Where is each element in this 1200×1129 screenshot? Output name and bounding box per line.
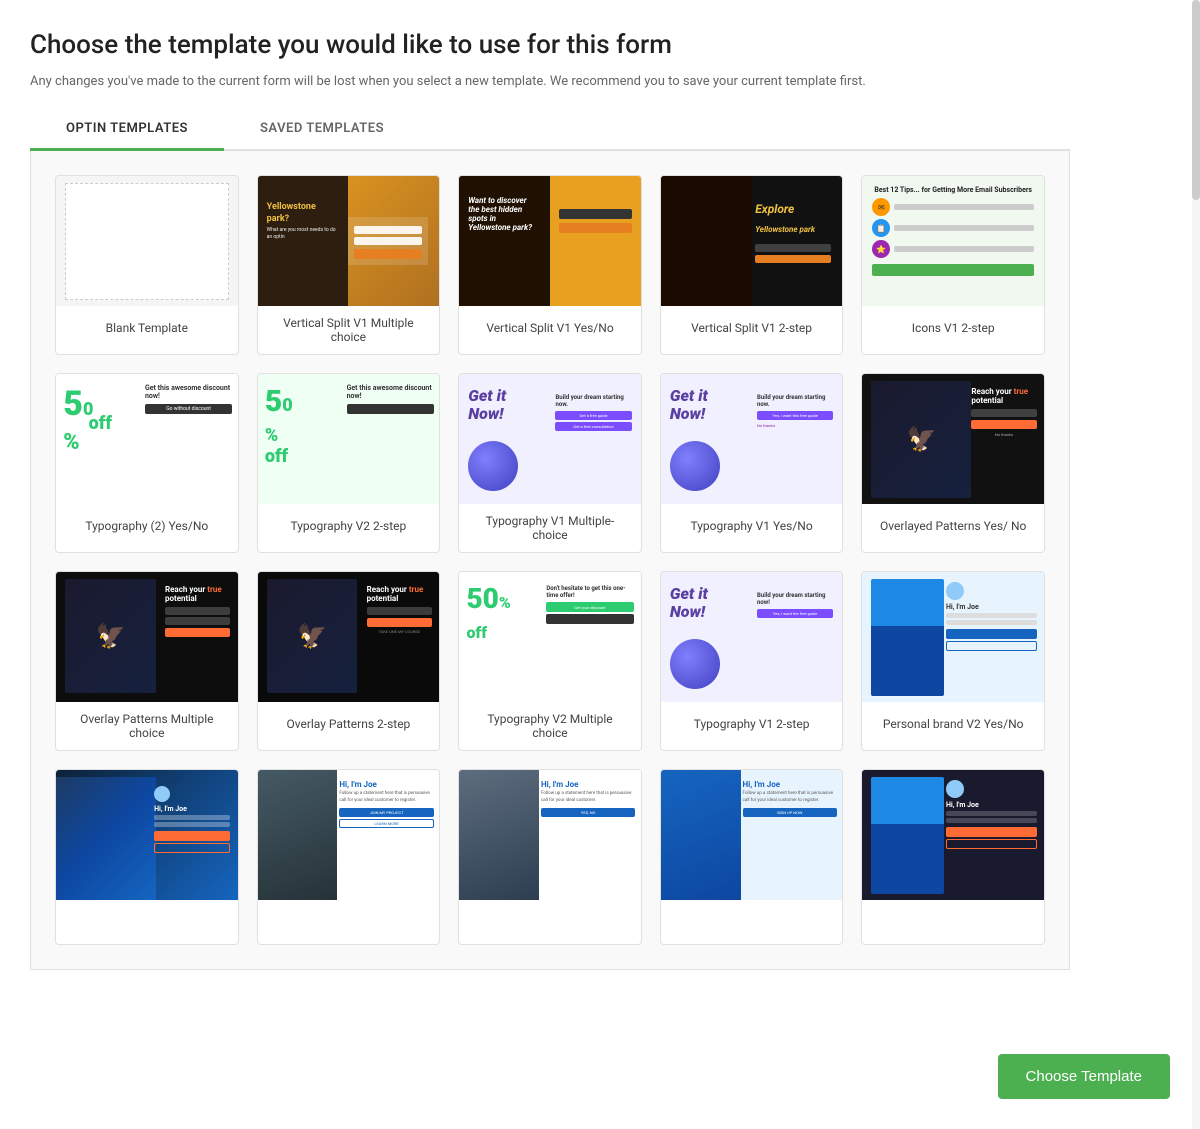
template-joe2[interactable]: Hi, I'm Joe Follow up a statement here t… bbox=[458, 769, 642, 945]
template-personal-brand-v2-yesno[interactable]: Hi, I'm Joe Personal brand V2 Yes/No bbox=[861, 571, 1045, 751]
tab-saved[interactable]: SAVED TEMPLATES bbox=[224, 109, 420, 151]
template-preview-dark-surfer: Hi, I'm Joe bbox=[56, 770, 238, 900]
template-label-joe2 bbox=[459, 900, 641, 944]
template-typo-v1-yesno[interactable]: Get itNow! Build your dream starting now… bbox=[660, 373, 844, 553]
template-icons-2step[interactable]: Best 12 Tips... for Getting More Email S… bbox=[861, 175, 1045, 355]
template-joe3[interactable]: Hi, I'm Joe Follow up a statement here t… bbox=[660, 769, 844, 945]
template-label-overlay-2step: Overlay Patterns 2-step bbox=[258, 702, 440, 746]
template-label-icons: Icons V1 2-step bbox=[862, 306, 1044, 350]
choose-template-button[interactable]: Choose Template bbox=[998, 1054, 1170, 1099]
template-label-overlayed: Overlayed Patterns Yes/ No bbox=[862, 504, 1044, 548]
templates-container: Blank Template Yellowstone park? What ar… bbox=[30, 151, 1070, 970]
template-overlay-mc[interactable]: 🦅 Reach your true potential Overlay Patt… bbox=[55, 571, 239, 751]
form-block bbox=[348, 217, 428, 265]
template-preview-typo-v1-2step: Get itNow! Build your dream starting now… bbox=[661, 572, 843, 702]
template-preview-icons: Best 12 Tips... for Getting More Email S… bbox=[862, 176, 1044, 306]
template-label-personal-brand: Personal brand V2 Yes/No bbox=[862, 702, 1044, 746]
template-vert-2step[interactable]: Explore Yellowstone park Vertical Split … bbox=[660, 175, 844, 355]
template-preview-typo-v1-yesno: Get itNow! Build your dream starting now… bbox=[661, 374, 843, 504]
template-label-joe3 bbox=[661, 900, 843, 944]
template-dark-brand2[interactable]: Hi, I'm Joe bbox=[861, 769, 1045, 945]
template-preview-vert-2step: Explore Yellowstone park bbox=[661, 176, 843, 306]
template-typo-v1-2step[interactable]: Get itNow! Build your dream starting now… bbox=[660, 571, 844, 751]
template-preview-overlayed: 🦅 Reach your true potential No thanks bbox=[862, 374, 1044, 504]
template-dark-surfer[interactable]: Hi, I'm Joe bbox=[55, 769, 239, 945]
template-preview-overlay-2step: 🦅 Reach your true potential TAKE ONE MY … bbox=[258, 572, 440, 702]
template-preview-typo-v2-2step: 50% off Get this awesome discount now! bbox=[258, 374, 440, 504]
scrollbar[interactable] bbox=[1192, 0, 1200, 1129]
template-label-typo-v1-2step: Typography V1 2-step bbox=[661, 702, 843, 746]
template-preview-blank bbox=[56, 176, 238, 306]
template-typo2-yesno[interactable]: 50% off Get this awesome discount now! G… bbox=[55, 373, 239, 553]
page-subtitle: Any changes you've made to the current f… bbox=[30, 74, 1070, 89]
template-typo-v1-mc[interactable]: Get itNow! Build your dream starting now… bbox=[458, 373, 642, 553]
template-typo-v2-mc[interactable]: 50%off Don't hesitate to get this one-ti… bbox=[458, 571, 642, 751]
template-preview-joe1: Hi, I'm Joe Follow up a statement here t… bbox=[258, 770, 440, 900]
template-label-typo2-yesno: Typography (2) Yes/No bbox=[56, 504, 238, 548]
template-overlay-2step[interactable]: 🦅 Reach your true potential TAKE ONE MY … bbox=[257, 571, 441, 751]
template-label-overlay-mc: Overlay Patterns Multiple choice bbox=[56, 702, 238, 750]
blank-preview bbox=[65, 183, 228, 300]
template-label-blank: Blank Template bbox=[56, 306, 238, 350]
template-vert-yesno[interactable]: Want to discover the best hidden spots i… bbox=[458, 175, 642, 355]
yell-text: Yellowstone park? What are you most need… bbox=[267, 202, 340, 240]
template-label-vert-mc: Vertical Split V1 Multiple choice bbox=[258, 306, 440, 354]
templates-grid: Blank Template Yellowstone park? What ar… bbox=[55, 175, 1045, 945]
scrollbar-thumb[interactable] bbox=[1192, 0, 1200, 200]
page-title: Choose the template you would like to us… bbox=[30, 30, 1070, 60]
template-label-joe1 bbox=[258, 900, 440, 944]
yell-v1-preview: Yellowstone park? What are you most need… bbox=[258, 176, 440, 306]
tab-optin[interactable]: OPTIN TEMPLATES bbox=[30, 109, 224, 151]
template-label-typo-v1-yesno: Typography V1 Yes/No bbox=[661, 504, 843, 548]
template-preview-joe3: Hi, I'm Joe Follow up a statement here t… bbox=[661, 770, 843, 900]
template-vert-split-mc[interactable]: Yellowstone park? What are you most need… bbox=[257, 175, 441, 355]
template-preview-dark-brand2: Hi, I'm Joe bbox=[862, 770, 1044, 900]
template-overlayed-yesno[interactable]: 🦅 Reach your true potential No thanks Ov… bbox=[861, 373, 1045, 553]
template-label-typo-v1-mc: Typography V1 Multiple-choice bbox=[459, 504, 641, 552]
template-label-dark-brand2 bbox=[862, 900, 1044, 944]
template-typo-v2-2step[interactable]: 50% off Get this awesome discount now! T… bbox=[257, 373, 441, 553]
template-joe1[interactable]: Hi, I'm Joe Follow up a statement here t… bbox=[257, 769, 441, 945]
template-preview-typo-v2-mc: 50%off Don't hesitate to get this one-ti… bbox=[459, 572, 641, 702]
template-label-vert-2step: Vertical Split V1 2-step bbox=[661, 306, 843, 350]
template-label-typo-v2-2step: Typography V2 2-step bbox=[258, 504, 440, 548]
template-preview-joe2: Hi, I'm Joe Follow up a statement here t… bbox=[459, 770, 641, 900]
template-preview-vert-yesno: Want to discover the best hidden spots i… bbox=[459, 176, 641, 306]
template-label-dark-surfer bbox=[56, 900, 238, 944]
template-preview-overlay-mc: 🦅 Reach your true potential bbox=[56, 572, 238, 702]
template-preview-typo2-yesno: 50% off Get this awesome discount now! G… bbox=[56, 374, 238, 504]
template-preview-personal-brand: Hi, I'm Joe bbox=[862, 572, 1044, 702]
page-container: Choose the template you would like to us… bbox=[0, 0, 1100, 1050]
template-preview-typo-v1-mc: Get itNow! Build your dream starting now… bbox=[459, 374, 641, 504]
template-label-typo-v2-mc: Typography V2 Multiple choice bbox=[459, 702, 641, 750]
template-preview-vert-mc: Yellowstone park? What are you most need… bbox=[258, 176, 440, 306]
template-label-vert-yesno: Vertical Split V1 Yes/No bbox=[459, 306, 641, 350]
tabs-bar: OPTIN TEMPLATES SAVED TEMPLATES bbox=[30, 109, 1070, 151]
template-blank[interactable]: Blank Template bbox=[55, 175, 239, 355]
